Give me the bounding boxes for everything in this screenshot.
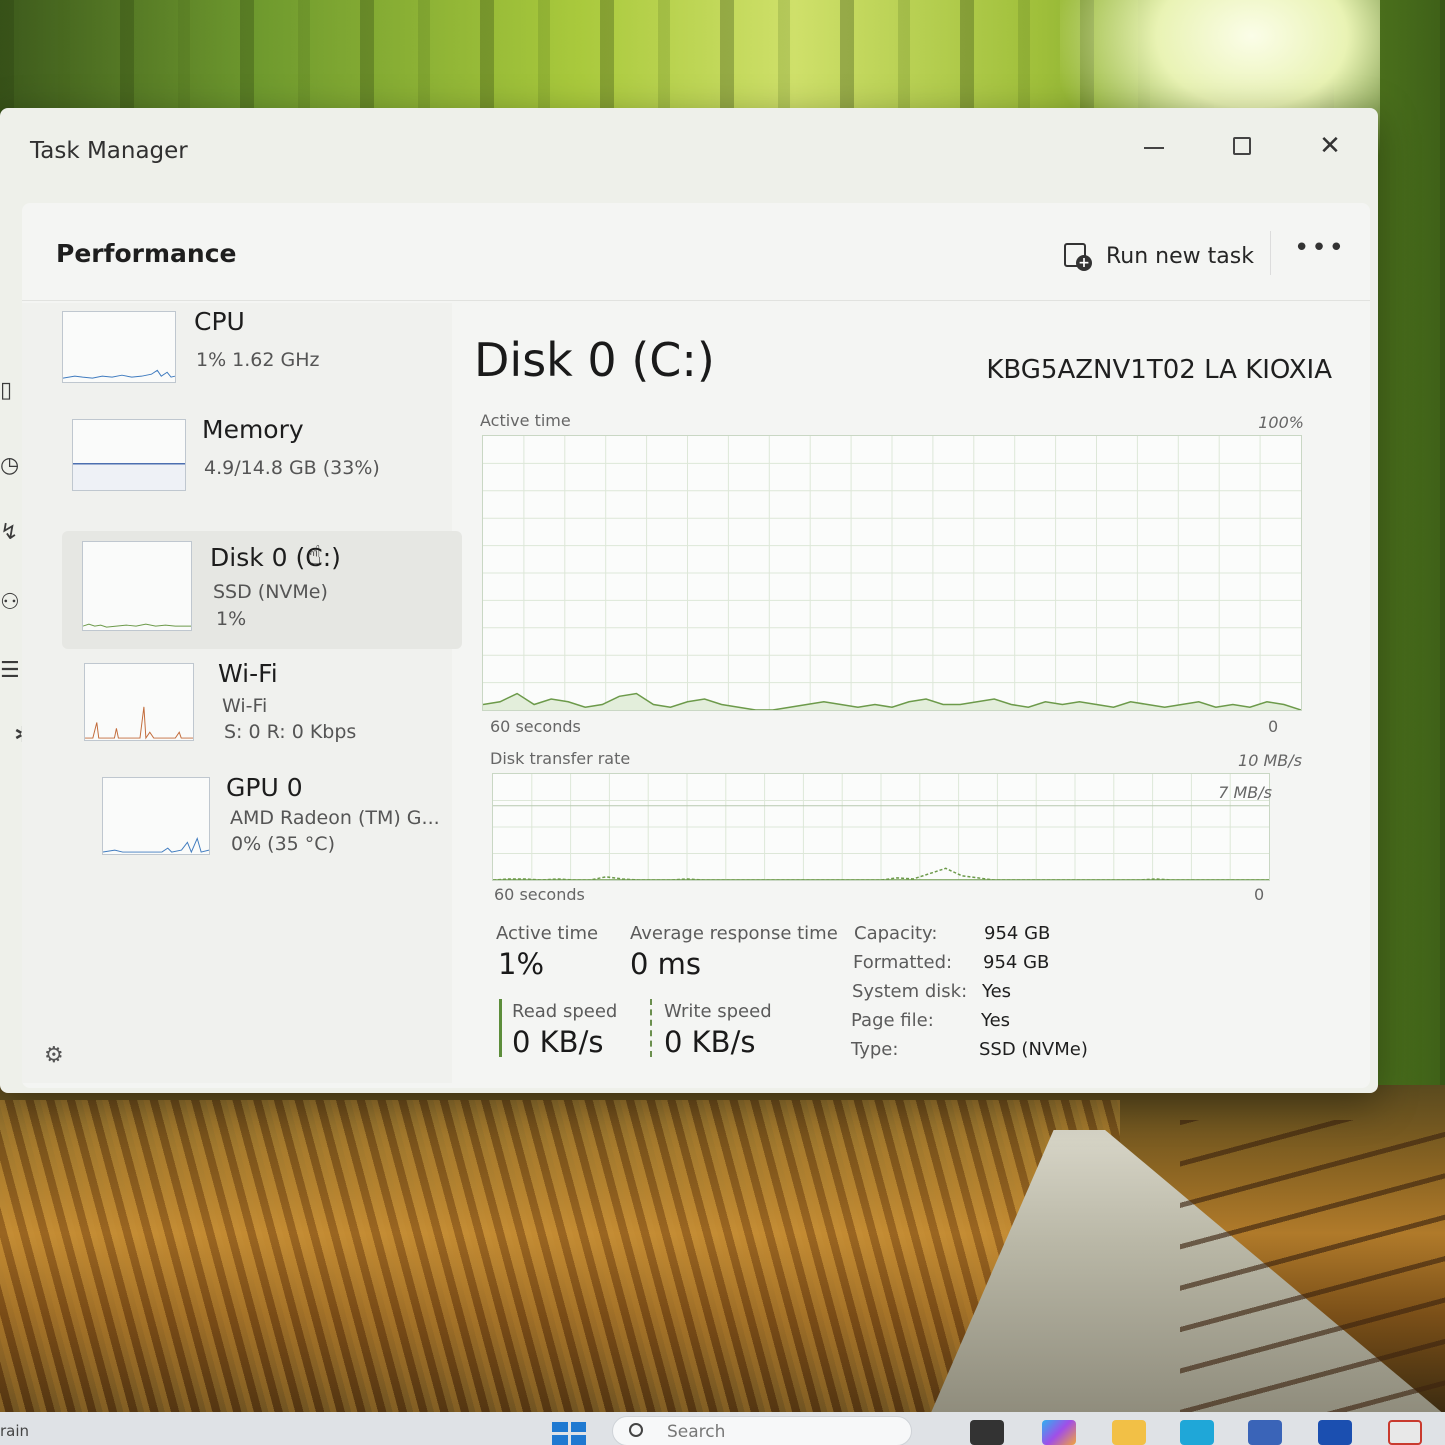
avg-response-label: Average response time [630, 923, 838, 944]
cpu-thumbnail-graph [62, 311, 176, 383]
active-time-stat-label: Active time [496, 923, 599, 944]
property-value: Yes [982, 981, 1012, 1002]
device-model: AMD Radeon (TM) G... [230, 807, 440, 829]
property-label: Formatted: [853, 952, 953, 973]
wifi-thumbnail-graph [84, 663, 194, 741]
active-time-max-label: 100% [1258, 413, 1304, 432]
minimize-button[interactable] [1130, 122, 1178, 170]
close-button[interactable]: ✕ [1306, 122, 1354, 170]
taskbar-search[interactable]: Search [612, 1416, 912, 1445]
device-item-wifi[interactable]: Wi-Fi Wi-Fi S: 0 R: 0 Kbps [72, 655, 472, 767]
write-speed-legend-bar [650, 999, 652, 1057]
device-stats: 1% 1.62 GHz [196, 349, 320, 371]
write-speed-value: 0 KB/s [664, 1025, 756, 1059]
device-usage: 1% [216, 608, 247, 630]
search-icon [629, 1423, 643, 1437]
weather-widget[interactable]: rain [0, 1422, 29, 1440]
start-button[interactable] [552, 1422, 586, 1445]
device-name: CPU [194, 307, 245, 336]
taskbar-app-gmail-icon[interactable] [1388, 1420, 1422, 1445]
taskbar: rain Search [0, 1412, 1445, 1445]
device-item-gpu0[interactable]: GPU 0 AMD Radeon (TM) G... 0% (35 °C) [80, 769, 480, 881]
disk-thumbnail-graph [82, 541, 192, 631]
active-time-min-label: 0 [1268, 717, 1279, 736]
property-value: SSD (NVMe) [979, 1039, 1088, 1060]
property-label: System disk: [852, 981, 968, 1002]
avg-response-value: 0 ms [630, 947, 702, 981]
close-icon: ✕ [1319, 131, 1341, 161]
property-label: Type: [851, 1039, 899, 1060]
device-item-disk0[interactable]: Disk 0 (C:) SSD (NVMe) 1% ☝ [62, 531, 462, 649]
hand-cursor-icon: ☝ [306, 541, 322, 571]
device-stats: 0% (35 °C) [231, 833, 335, 855]
taskbar-app-terminal-icon[interactable] [970, 1420, 1004, 1445]
active-time-graph [482, 435, 1302, 711]
performance-header: Performance + Run new task ••• [22, 203, 1370, 301]
settings-gear-icon[interactable]: ⚙ [44, 1043, 70, 1069]
disk-title: Disk 0 (C:) [474, 333, 715, 387]
search-placeholder: Search [667, 1422, 726, 1442]
taskbar-app-file-explorer-icon[interactable] [1112, 1420, 1146, 1445]
property-label: Capacity: [854, 923, 938, 944]
page-title: Performance [56, 239, 237, 268]
taskbar-app-word-icon[interactable] [1318, 1420, 1352, 1445]
device-stats: S: 0 R: 0 Kbps [224, 721, 357, 743]
task-manager-window: Task Manager ✕ ▯ ◷ ↯ ⚇ ☰ ✲ Performance +… [0, 108, 1378, 1093]
property-label: Page file: [851, 1010, 934, 1031]
minimize-icon [1144, 147, 1164, 149]
transfer-rate-mid-label: 7 MB/s [1218, 783, 1272, 802]
active-time-graph-label: Active time [480, 411, 571, 430]
active-time-stat-value: 1% [498, 947, 545, 981]
device-name: GPU 0 [226, 773, 303, 802]
transfer-rate-min-label: 0 [1254, 885, 1265, 904]
read-speed-value: 0 KB/s [512, 1025, 604, 1059]
run-new-task-label: Run new task [1106, 243, 1254, 269]
memory-thumbnail-graph [72, 419, 186, 491]
disk-model: KBG5AZNV1T02 LA KIOXIA [986, 355, 1332, 385]
taskbar-app-store-icon[interactable] [1248, 1420, 1282, 1445]
write-speed-label: Write speed [664, 1001, 772, 1022]
taskbar-app-copilot-icon[interactable] [1042, 1420, 1076, 1445]
transfer-rate-max-label: 10 MB/s [1238, 751, 1302, 770]
device-list: CPU 1% 1.62 GHz Memory 4.9/14.8 GB (33%)… [22, 303, 462, 1083]
property-value: 954 GB [983, 952, 1050, 973]
device-item-memory[interactable]: Memory 4.9/14.8 GB (33%) [62, 411, 462, 523]
performance-pane: Performance + Run new task ••• CPU 1% 1.… [22, 203, 1370, 1088]
header-divider [1270, 231, 1271, 275]
transfer-rate-graph-svg [493, 774, 1269, 880]
maximize-button[interactable] [1218, 122, 1266, 170]
transfer-rate-span-label: 60 seconds [494, 885, 585, 904]
taskbar-app-edge-icon[interactable] [1180, 1420, 1214, 1445]
maximize-icon [1233, 137, 1251, 155]
device-type: SSD (NVMe) [213, 581, 328, 603]
windows-logo-icon [552, 1422, 568, 1432]
device-item-cpu[interactable]: CPU 1% 1.62 GHz [52, 303, 452, 415]
run-task-icon: + [1062, 241, 1092, 271]
active-time-span-label: 60 seconds [490, 717, 581, 736]
device-stats: 4.9/14.8 GB (33%) [204, 457, 380, 479]
device-name: Wi-Fi [218, 659, 278, 688]
device-type: Wi-Fi [222, 695, 268, 717]
property-value: 954 GB [984, 923, 1051, 944]
device-name: Memory [202, 415, 304, 444]
nav-rail: ▯ ◷ ↯ ⚇ ☰ ✲ [0, 308, 32, 1088]
active-time-graph-svg [483, 436, 1301, 710]
gpu-thumbnail-graph [102, 777, 210, 855]
more-options-button[interactable]: ••• [1294, 233, 1344, 273]
window-title: Task Manager [30, 138, 188, 164]
run-new-task-button[interactable]: + Run new task [1062, 231, 1254, 281]
transfer-rate-graph-label: Disk transfer rate [490, 749, 631, 768]
property-value: Yes [981, 1010, 1011, 1031]
transfer-rate-graph [492, 773, 1270, 881]
read-speed-label: Read speed [512, 1001, 618, 1022]
wallpaper-fence [1180, 1120, 1445, 1415]
disk-detail-panel: Disk 0 (C:) KBG5AZNV1T02 LA KIOXIA Activ… [462, 303, 1362, 1083]
read-speed-legend-bar [499, 999, 502, 1057]
